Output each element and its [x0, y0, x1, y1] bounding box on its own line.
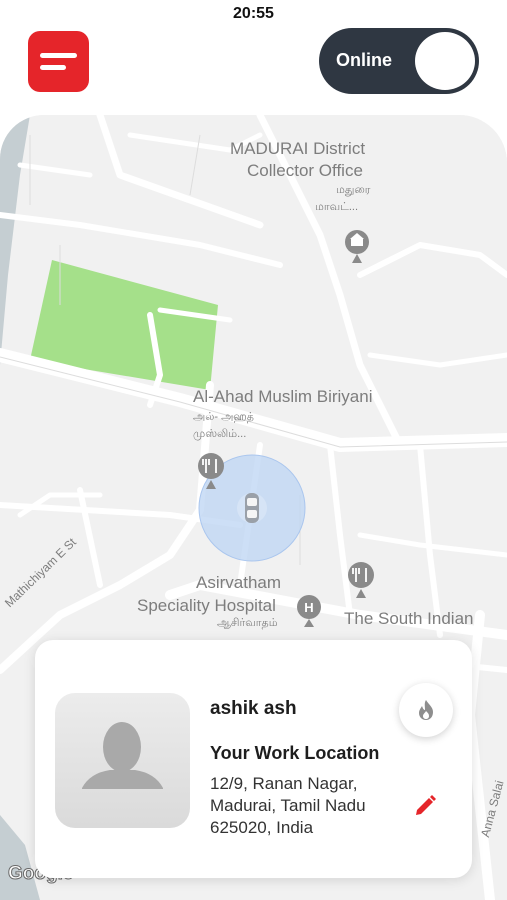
- edit-location-button[interactable]: [413, 792, 439, 818]
- label-biriyani-tamil2: முஸ்லிம்...: [193, 428, 247, 440]
- driver-name: ashik ash: [210, 698, 297, 719]
- label-biriyani-tamil1: அல்- அஹத்: [193, 411, 254, 423]
- online-label: Online: [336, 50, 393, 70]
- driver-card: ashik ash Your Work Location 12/9, Ranan…: [35, 640, 472, 878]
- toggle-knob[interactable]: [415, 32, 475, 90]
- label-collector-tamil2: மாவட்...: [315, 201, 359, 213]
- status-time: 20:55: [233, 5, 274, 22]
- fire-icon: [419, 700, 433, 720]
- label-biriyani: Al-Ahad Muslim Biriyani: [193, 387, 373, 406]
- online-toggle[interactable]: Online: [319, 28, 479, 94]
- avatar: [55, 693, 190, 828]
- address-line: 625020, India: [210, 818, 314, 837]
- svg-text:H: H: [304, 600, 313, 615]
- menu-icon-bar-bottom: [40, 65, 66, 70]
- address-line: Madurai, Tamil Nadu: [210, 796, 366, 815]
- menu-button[interactable]: [28, 31, 89, 92]
- label-hospital-line1: Asirvatham: [196, 573, 282, 592]
- label-collector-line2: Collector Office: [247, 161, 363, 180]
- label-collector-line1: MADURAI District: [230, 139, 366, 158]
- label-hospital-line2: Speciality Hospital: [137, 596, 276, 615]
- status-bar: 20:55: [0, 0, 507, 28]
- work-location-title: Your Work Location: [210, 743, 380, 763]
- menu-icon-bar-top: [40, 53, 77, 58]
- label-hospital-tamil: ஆசிர்வாதம்: [217, 617, 278, 629]
- pencil-icon: [416, 795, 436, 815]
- person-icon: [82, 722, 163, 789]
- address-line: 12/9, Ranan Nagar,: [210, 774, 358, 793]
- work-address: 12/9, Ranan Nagar, Madurai, Tamil Nadu 6…: [210, 773, 390, 839]
- fire-button[interactable]: [399, 683, 453, 737]
- label-collector-tamil1: மதுரை: [336, 184, 371, 196]
- label-south-indian: The South Indian: [344, 609, 474, 628]
